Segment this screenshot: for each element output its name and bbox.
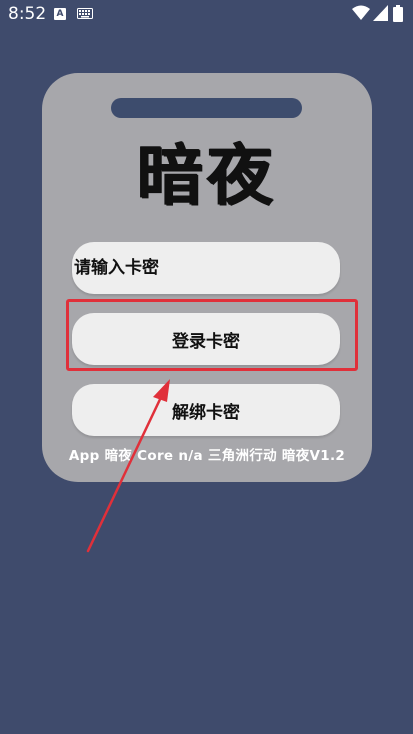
card-key-field[interactable] xyxy=(72,242,340,294)
version-footer: App 暗夜 Core n/a 三角洲行动 暗夜V1.2 xyxy=(68,448,346,464)
signal-icon xyxy=(373,5,388,21)
status-time: 8:52 xyxy=(8,4,47,24)
keyboard-icon xyxy=(77,8,93,19)
annotation-highlight-box xyxy=(66,299,358,371)
card-key-input[interactable] xyxy=(74,242,340,294)
battery-icon xyxy=(393,5,403,22)
app-title: 暗夜 xyxy=(137,136,277,214)
card-handle xyxy=(111,98,302,118)
unbind-card-button-label: 解绑卡密 xyxy=(172,402,240,423)
notification-a-icon: A xyxy=(54,8,66,20)
unbind-card-button[interactable]: 解绑卡密 xyxy=(72,384,340,436)
login-card: 暗夜 登录卡密 解绑卡密 App 暗夜 Core n/a 三角洲行动 暗夜V1.… xyxy=(42,73,372,482)
status-bar: 8:52 A xyxy=(0,0,413,28)
wifi-icon xyxy=(352,5,370,20)
